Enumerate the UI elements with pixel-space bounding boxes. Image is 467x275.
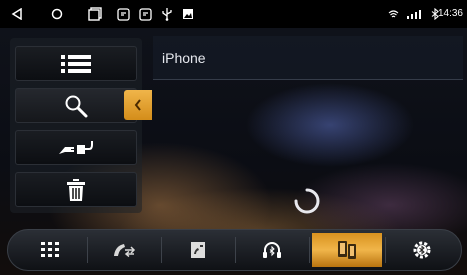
call-transfer-button[interactable] [88, 233, 160, 267]
search-icon [65, 95, 88, 117]
dialpad-button[interactable] [14, 233, 86, 267]
menu-panel [10, 38, 152, 213]
bluetooth-settings-button[interactable] [386, 233, 458, 267]
media-icon [115, 0, 131, 28]
dock-divider [309, 237, 310, 263]
usb-icon [159, 0, 175, 28]
image-icon [180, 0, 196, 28]
connect-plug-icon [59, 140, 93, 154]
list-icon [61, 54, 91, 73]
trash-icon [67, 178, 85, 201]
collapse-menu-tab[interactable] [124, 90, 152, 120]
contacts-book-icon [191, 242, 205, 258]
wifi-icon [386, 0, 400, 28]
contacts-button[interactable] [162, 233, 234, 267]
loading-spinner-icon [294, 188, 320, 214]
device-name: iPhone [162, 50, 206, 66]
search-device-button[interactable] [15, 88, 137, 123]
phone-link-button[interactable] [312, 233, 382, 267]
media-icon [137, 0, 153, 28]
phone-link-icon [338, 241, 356, 259]
bottom-dock [7, 229, 462, 271]
cell-signal-icon [404, 0, 422, 28]
back-icon[interactable] [8, 0, 26, 28]
delete-button[interactable] [15, 172, 137, 207]
device-header[interactable]: iPhone [153, 36, 463, 80]
chevron-left-icon [134, 99, 141, 111]
dialpad-icon [41, 242, 59, 257]
connect-button[interactable] [15, 130, 137, 165]
status-bar: 14:36 [0, 0, 467, 28]
recents-icon[interactable] [86, 0, 104, 28]
bluetooth-music-button[interactable] [236, 233, 308, 267]
device-list-button[interactable] [15, 46, 137, 81]
call-transfer-icon [114, 244, 136, 258]
home-icon[interactable] [48, 0, 66, 28]
bluetooth-settings-icon [413, 241, 431, 259]
bluetooth-music-icon [263, 242, 281, 258]
clock: 14:36 [437, 8, 463, 19]
